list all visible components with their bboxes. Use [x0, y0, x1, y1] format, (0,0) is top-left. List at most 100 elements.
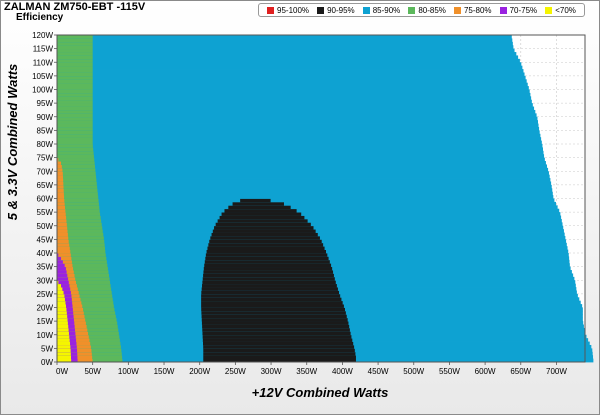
band-85-90: [57, 89, 530, 94]
band-80-85: [57, 144, 93, 148]
band-lt70: [57, 293, 65, 298]
band-90-95: [205, 256, 329, 261]
band-80-85: [57, 38, 93, 43]
band-70-75: [57, 273, 68, 278]
band-85-90: [57, 144, 543, 148]
x-tick-label: 100W: [118, 367, 139, 376]
band-85-90: [57, 79, 527, 84]
band-80-85: [57, 167, 96, 172]
band-75-80: [57, 218, 67, 223]
x-tick-label: 650W: [510, 367, 531, 376]
band-80-85: [57, 69, 93, 73]
band-80-85: [57, 45, 93, 50]
band-75-80: [57, 253, 71, 257]
band-90-95: [208, 242, 324, 247]
band-85-90: [57, 184, 552, 189]
band-80-85: [57, 86, 93, 90]
y-tick-label: 55W: [37, 208, 54, 217]
efficiency-heatmap: 0W 5W 10W 15W 20W 25W 30W 35W 40W 45W 50W 55W 60W 65W…: [32, 31, 594, 376]
band-70-75: [57, 256, 62, 261]
band-90-95: [201, 300, 343, 305]
band-75-80: [57, 249, 71, 254]
band-80-85: [57, 96, 93, 101]
band-90-95: [204, 259, 330, 264]
band-90-95: [203, 348, 355, 353]
y-tick-label: 85W: [37, 126, 54, 135]
band-85-90: [57, 52, 517, 56]
band-85-90: [57, 92, 531, 97]
band-90-95: [202, 331, 351, 336]
band-75-80: [57, 242, 70, 247]
band-70-75: [57, 280, 69, 285]
band-90-95: [211, 232, 318, 237]
band-90-95: [202, 280, 336, 285]
band-90-95: [205, 253, 328, 257]
band-80-85: [57, 154, 94, 159]
band-75-80: [57, 167, 63, 172]
band-80-85: [57, 116, 93, 121]
band-75-80: [57, 208, 66, 213]
band-70-75: [57, 270, 67, 274]
band-lt70: [57, 287, 63, 291]
band-90-95: [201, 314, 347, 319]
band-85-90: [57, 82, 528, 87]
band-75-80: [57, 246, 70, 250]
band-85-90: [57, 133, 541, 138]
band-80-85: [57, 99, 93, 104]
x-tick-label: 50W: [84, 367, 101, 376]
y-tick-label: 45W: [37, 235, 54, 244]
band-75-80: [57, 181, 64, 186]
band-90-95: [201, 290, 340, 295]
band-80-85: [57, 103, 93, 107]
x-tick-label: 700W: [546, 367, 567, 376]
band-90-95: [201, 317, 348, 322]
band-lt70: [57, 341, 71, 346]
y-tick-label: 110W: [33, 58, 54, 67]
band-75-80: [57, 235, 69, 240]
band-75-80: [57, 205, 66, 210]
band-85-90: [57, 154, 545, 159]
band-85-90: [57, 75, 526, 80]
band-85-90: [57, 218, 562, 223]
y-tick-label: 25W: [37, 290, 54, 299]
band-75-80: [57, 215, 67, 220]
band-90-95: [224, 208, 297, 213]
band-90-95: [217, 218, 308, 223]
band-90-95: [212, 229, 316, 233]
y-tick-label: 5W: [41, 344, 53, 353]
band-80-85: [57, 106, 93, 111]
band-90-95: [201, 287, 338, 291]
band-90-95: [201, 310, 346, 315]
x-tick-label: 500W: [403, 367, 424, 376]
band-90-95: [203, 351, 356, 356]
y-tick-label: 105W: [32, 72, 53, 81]
band-85-90: [57, 99, 532, 104]
x-tick-label: 200W: [189, 367, 210, 376]
x-tick-label: 0W: [56, 367, 68, 376]
band-85-90: [57, 181, 552, 186]
band-lt70: [57, 348, 71, 353]
y-tick-label: 20W: [37, 304, 54, 313]
band-85-90: [57, 103, 533, 107]
band-80-85: [57, 130, 93, 135]
band-85-90: [57, 113, 537, 118]
band-lt70: [57, 334, 70, 339]
band-75-80: [57, 225, 68, 230]
band-75-80: [57, 164, 62, 169]
band-90-95: [201, 321, 349, 325]
band-85-90: [57, 116, 538, 121]
band-75-80: [57, 232, 68, 237]
y-tick-label: 75W: [37, 154, 54, 163]
band-85-90: [57, 161, 546, 165]
x-tick-label: 250W: [225, 367, 246, 376]
y-tick-label: 80W: [37, 140, 54, 149]
band-85-90: [57, 140, 542, 145]
band-80-85: [57, 65, 93, 70]
band-85-90: [57, 55, 519, 60]
band-90-95: [201, 304, 344, 308]
band-85-90: [57, 137, 542, 141]
band-75-80: [57, 239, 69, 244]
band-lt70: [57, 321, 68, 325]
band-85-90: [57, 109, 536, 114]
band-85-90: [57, 191, 553, 196]
